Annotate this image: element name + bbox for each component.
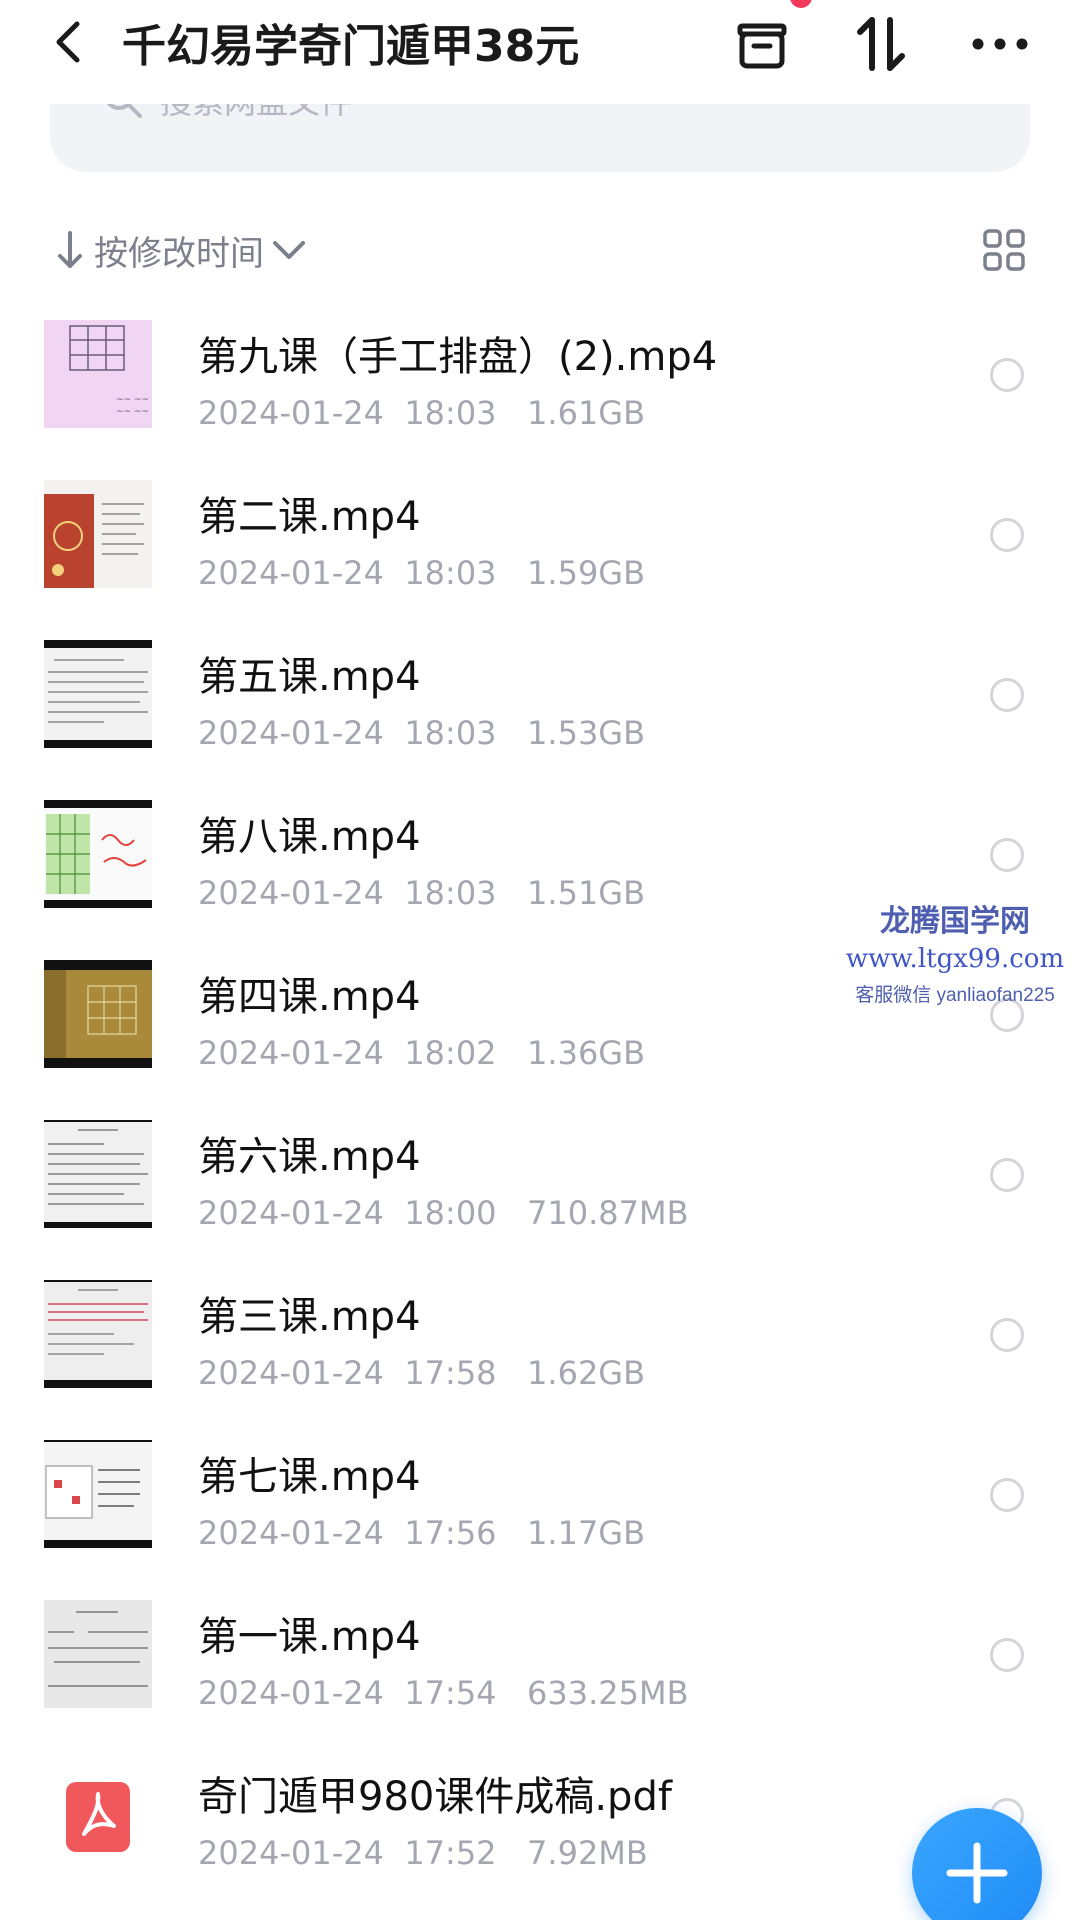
select-checkbox[interactable] [990, 518, 1024, 552]
svg-text:~~ ~~: ~~ ~~ [116, 407, 149, 417]
sort-button[interactable] [850, 12, 914, 76]
back-button[interactable] [44, 12, 92, 72]
video-thumbnail [44, 480, 152, 588]
sort-selector[interactable]: 按修改时间 [56, 222, 306, 278]
file-meta: 2024-01-24 18:03 1.61GB [198, 394, 646, 432]
file-name: 第一课.mp4 [198, 1614, 421, 1660]
file-meta: 2024-01-24 18:03 1.51GB [198, 874, 646, 912]
archive-box-icon [737, 23, 787, 69]
file-row[interactable]: 第五课.mp4 2024-01-24 18:03 1.53GB [0, 620, 1080, 780]
file-meta: 2024-01-24 18:03 1.53GB [198, 714, 646, 752]
select-checkbox[interactable] [990, 1158, 1024, 1192]
file-name: 第六课.mp4 [198, 1134, 421, 1180]
file-browser-screen: 搜索网盘文件 千幻易学奇门遁甲38元 按修改时间 ~~ ~~ ~~ ~~ 第九课… [0, 0, 1080, 1920]
sort-label: 按修改时间 [94, 233, 264, 274]
file-row[interactable]: 第三课.mp4 2024-01-24 17:58 1.62GB [0, 1260, 1080, 1420]
sort-arrows-icon [857, 17, 905, 71]
file-name: 第四课.mp4 [198, 974, 421, 1020]
watermark-title: 龙腾国学网 [880, 904, 1030, 939]
search-bar[interactable]: 搜索网盘文件 [50, 98, 1030, 172]
select-checkbox[interactable] [990, 838, 1024, 872]
select-checkbox[interactable] [990, 678, 1024, 712]
file-meta: 2024-01-24 18:03 1.59GB [198, 554, 646, 592]
select-checkbox[interactable] [990, 1318, 1024, 1352]
video-thumbnail [44, 960, 152, 1068]
file-meta: 2024-01-24 17:52 7.92MB [198, 1834, 648, 1872]
file-name: 奇门遁甲980课件成稿.pdf [198, 1774, 672, 1820]
file-meta: 2024-01-24 18:00 710.87MB [198, 1194, 689, 1232]
watermark-url: www.ltgx99.com [845, 944, 1065, 974]
file-name: 第七课.mp4 [198, 1454, 421, 1500]
add-button[interactable] [912, 1808, 1042, 1920]
arrow-down-icon [58, 231, 82, 268]
watermark: 龙腾国学网 www.ltgx99.com 客服微信 yanliaofan225 [830, 896, 1080, 1007]
file-row[interactable]: 第二课.mp4 2024-01-24 18:03 1.59GB [0, 460, 1080, 620]
file-row[interactable]: 第一课.mp4 2024-01-24 17:54 633.25MB [0, 1580, 1080, 1740]
notification-dot [790, 0, 812, 8]
top-bar: 千幻易学奇门遁甲38元 [0, 0, 1080, 104]
file-meta: 2024-01-24 17:56 1.17GB [198, 1514, 646, 1552]
select-checkbox[interactable] [990, 1478, 1024, 1512]
grid-view-toggle[interactable] [982, 228, 1026, 272]
file-row[interactable]: 第七课.mp4 2024-01-24 17:56 1.17GB [0, 1420, 1080, 1580]
file-row[interactable]: 第六课.mp4 2024-01-24 18:00 710.87MB [0, 1100, 1080, 1260]
select-checkbox[interactable] [990, 358, 1024, 392]
file-row[interactable]: ~~ ~~ ~~ ~~ 第九课（手工排盘）(2).mp4 2024-01-24 … [0, 300, 1080, 460]
plus-icon [946, 1842, 1008, 1904]
chevron-down-icon [273, 241, 305, 259]
more-button[interactable] [968, 12, 1032, 76]
select-checkbox[interactable] [990, 1638, 1024, 1672]
more-dots-icon [972, 38, 1028, 50]
video-thumbnail [44, 1440, 152, 1548]
file-name: 第五课.mp4 [198, 654, 421, 700]
video-thumbnail [44, 640, 152, 748]
video-thumbnail: ~~ ~~ ~~ ~~ [44, 320, 152, 428]
grid-view-icon [983, 229, 1025, 271]
page-title: 千幻易学奇门遁甲38元 [122, 21, 580, 72]
file-name: 第九课（手工排盘）(2).mp4 [198, 334, 718, 380]
file-name: 第二课.mp4 [198, 494, 421, 540]
video-thumbnail [44, 1600, 152, 1708]
video-thumbnail [44, 1120, 152, 1228]
watermark-contact: 客服微信 yanliaofan225 [855, 985, 1055, 1006]
file-name: 第八课.mp4 [198, 814, 421, 860]
file-meta: 2024-01-24 17:58 1.62GB [198, 1354, 646, 1392]
archive-button[interactable] [730, 12, 794, 76]
video-thumbnail [44, 800, 152, 908]
chevron-left-icon [56, 21, 80, 63]
svg-text:~~ ~~: ~~ ~~ [116, 395, 149, 405]
pdf-icon [44, 1760, 152, 1868]
file-meta: 2024-01-24 18:02 1.36GB [198, 1034, 646, 1072]
file-name: 第三课.mp4 [198, 1294, 421, 1340]
file-meta: 2024-01-24 17:54 633.25MB [198, 1674, 689, 1712]
video-thumbnail [44, 1280, 152, 1388]
